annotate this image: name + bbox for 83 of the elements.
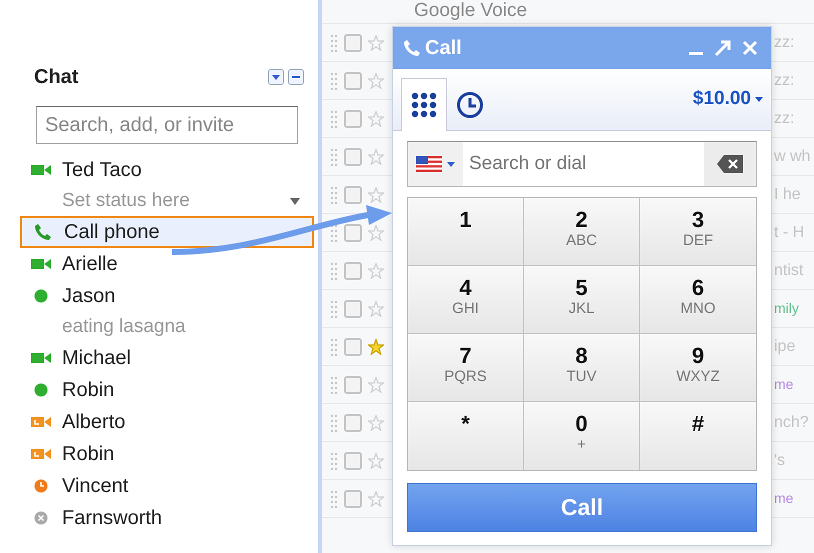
contact-name[interactable]: Michael bbox=[62, 343, 131, 373]
caret-icon[interactable] bbox=[447, 162, 455, 166]
drag-handle-icon[interactable] bbox=[330, 300, 338, 318]
dial-key[interactable]: 3 DEF bbox=[640, 198, 756, 266]
checkbox[interactable] bbox=[344, 490, 362, 508]
star-icon[interactable] bbox=[368, 110, 384, 126]
dial-key[interactable]: 5 JKL bbox=[524, 266, 640, 334]
checkbox[interactable] bbox=[344, 338, 362, 356]
drag-handle-icon[interactable] bbox=[330, 34, 338, 52]
star-icon[interactable] bbox=[368, 376, 384, 392]
star-icon[interactable] bbox=[368, 72, 384, 88]
backspace-icon[interactable] bbox=[717, 155, 743, 173]
drag-handle-icon[interactable] bbox=[330, 224, 338, 242]
backspace-button[interactable] bbox=[704, 142, 756, 186]
caret-icon[interactable] bbox=[272, 74, 280, 80]
contact-name[interactable]: Alberto bbox=[62, 407, 126, 437]
drag-handle-icon[interactable] bbox=[330, 148, 338, 166]
dial-key[interactable]: 0 + bbox=[524, 402, 640, 470]
dialpad-tab[interactable] bbox=[401, 78, 447, 131]
star-icon[interactable] bbox=[368, 490, 384, 506]
checkbox[interactable] bbox=[344, 414, 362, 432]
checkbox[interactable] bbox=[344, 148, 362, 166]
credit-balance[interactable]: $10.00 bbox=[692, 85, 763, 114]
search-field[interactable]: Search, add, or invite bbox=[36, 106, 298, 144]
checkbox[interactable] bbox=[344, 224, 362, 242]
caret-icon[interactable] bbox=[290, 198, 300, 204]
dial-key[interactable]: 1 bbox=[408, 198, 524, 266]
drag-handle-icon[interactable] bbox=[330, 110, 338, 128]
star-icon[interactable] bbox=[368, 414, 384, 430]
checkbox[interactable] bbox=[344, 186, 362, 204]
checkbox[interactable] bbox=[344, 376, 362, 394]
dial-key[interactable]: 2 ABC bbox=[524, 198, 640, 266]
dial-key[interactable]: 6 MNO bbox=[640, 266, 756, 334]
star-icon[interactable] bbox=[368, 148, 384, 164]
drag-handle-icon[interactable] bbox=[330, 262, 338, 280]
status-message: eating lasagna bbox=[62, 314, 186, 339]
call-phone-item[interactable]: Call phone bbox=[20, 216, 314, 248]
options-button[interactable] bbox=[268, 69, 284, 85]
star-icon[interactable] bbox=[368, 262, 384, 278]
star-icon[interactable] bbox=[368, 224, 384, 240]
minimize-button[interactable] bbox=[288, 69, 304, 85]
checkbox[interactable] bbox=[344, 452, 362, 470]
dial-key[interactable]: * bbox=[408, 402, 524, 470]
country-button[interactable] bbox=[408, 142, 463, 186]
flag-icon[interactable] bbox=[416, 156, 442, 172]
checkbox[interactable] bbox=[344, 262, 362, 280]
star-icon[interactable] bbox=[368, 338, 384, 354]
star-icon[interactable] bbox=[368, 452, 384, 468]
dial-key[interactable]: 9 WXYZ bbox=[640, 334, 756, 402]
status-message: Set status here bbox=[62, 188, 190, 213]
drag-handle-icon[interactable] bbox=[330, 376, 338, 394]
contact-name[interactable]: Robin bbox=[62, 375, 114, 405]
drag-handle-icon[interactable] bbox=[330, 452, 338, 470]
contact-name[interactable]: Jason bbox=[62, 281, 116, 311]
drag-handle-icon[interactable] bbox=[330, 414, 338, 432]
drag-handle-icon[interactable] bbox=[330, 72, 338, 90]
contact-name[interactable]: Arielle bbox=[62, 249, 118, 279]
contact-name[interactable]: Robin bbox=[62, 439, 114, 469]
checkbox[interactable] bbox=[344, 300, 362, 318]
window-title: Call bbox=[425, 36, 462, 61]
dial-key[interactable]: 8 TUV bbox=[524, 334, 640, 402]
checkbox[interactable] bbox=[344, 34, 362, 52]
drag-handle-icon[interactable] bbox=[330, 186, 338, 204]
checkbox[interactable] bbox=[344, 72, 362, 90]
drag-handle-icon[interactable] bbox=[330, 490, 338, 508]
caret-icon[interactable] bbox=[755, 97, 763, 102]
dial-key[interactable]: # bbox=[640, 402, 756, 470]
star-icon[interactable] bbox=[368, 34, 384, 50]
star-icon[interactable] bbox=[368, 300, 384, 316]
chat-title: Chat bbox=[34, 65, 78, 90]
star-icon[interactable] bbox=[368, 186, 384, 202]
checkbox[interactable] bbox=[344, 110, 362, 128]
contact-name[interactable]: Vincent bbox=[62, 471, 128, 501]
dial-key[interactable]: 7 PQRS bbox=[408, 334, 524, 402]
dialpad-icon[interactable] bbox=[411, 92, 437, 118]
contact-name[interactable]: Ted Taco bbox=[62, 155, 142, 185]
search-field[interactable]: Search or dial bbox=[407, 141, 757, 187]
dial-key[interactable]: 4 GHI bbox=[408, 266, 524, 334]
drag-handle-icon[interactable] bbox=[330, 338, 338, 356]
clock-icon[interactable] bbox=[456, 90, 484, 118]
contact-name[interactable]: Farnsworth bbox=[62, 503, 162, 533]
phone-icon bbox=[34, 223, 52, 241]
phone-icon bbox=[403, 39, 421, 57]
